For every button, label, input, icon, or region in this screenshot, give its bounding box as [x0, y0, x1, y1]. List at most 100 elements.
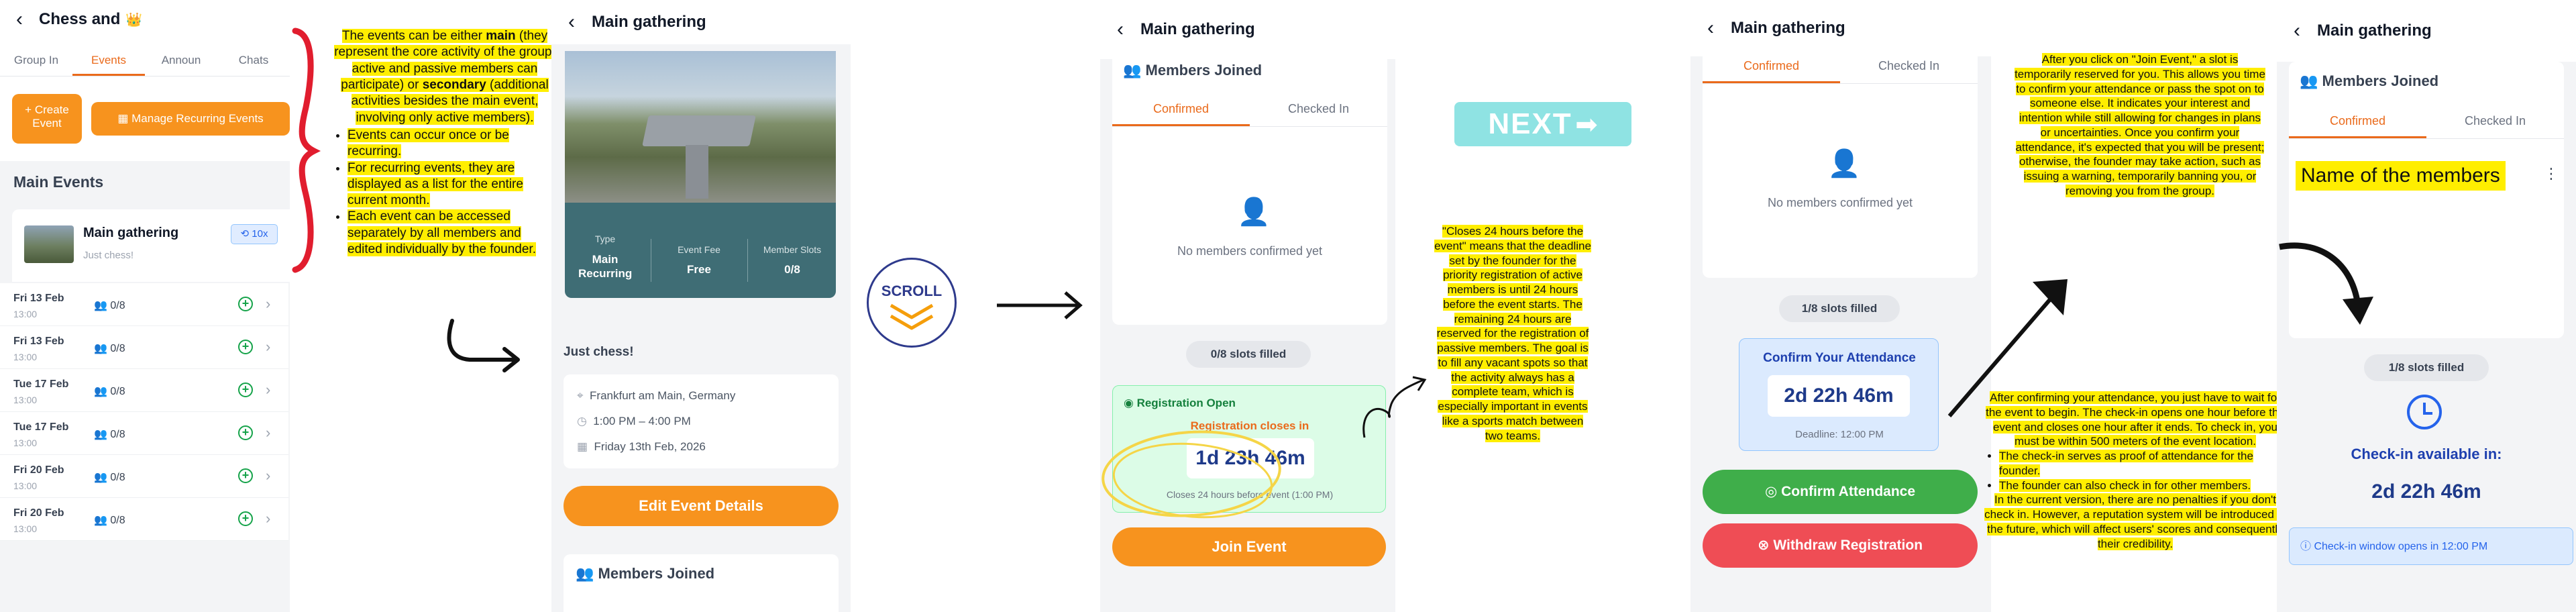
- member-name-row[interactable]: Name of the members: [2296, 161, 2506, 191]
- note4-bullet: The founder can also check in for other …: [1999, 478, 2286, 493]
- tab-checked-in[interactable]: Checked In: [1250, 94, 1387, 126]
- tutorial-canvas: ‹ Chess and 👑 Group In Events Announ Cha…: [0, 0, 2576, 612]
- tab-events[interactable]: Events: [72, 39, 145, 76]
- scroll-label: SCROLL: [881, 283, 943, 299]
- group-tabs: Group In Events Announ Chats: [0, 39, 290, 76]
- occurrence-row[interactable]: Tue 17 Feb 13:00 👥 0/8 + ›: [0, 369, 288, 412]
- tab-announcements[interactable]: Announ: [145, 39, 217, 76]
- note4-bullets: The check-in serves as proof of attendan…: [1999, 449, 2286, 493]
- check-circle-icon: ◉: [1124, 397, 1137, 409]
- more-options-icon[interactable]: ⋮: [2544, 165, 2559, 183]
- note1-text-a: The events can be either: [341, 29, 486, 43]
- back-arrow-icon[interactable]: ‹: [1690, 17, 1731, 40]
- tab-chats[interactable]: Chats: [217, 39, 290, 76]
- join-plus-icon[interactable]: +: [238, 468, 253, 483]
- occurrence-date: Fri 20 Feb: [13, 464, 64, 476]
- event-thumbnail: [24, 225, 74, 263]
- occurrence-row[interactable]: Fri 20 Feb 13:00 👥 0/8 + ›: [0, 498, 288, 541]
- group-icon: 👥: [1123, 62, 1146, 79]
- occurrence-date: Fri 13 Feb: [13, 336, 64, 347]
- confirm-attendance-button[interactable]: ◎ Confirm Attendance: [1703, 470, 1978, 514]
- back-arrow-icon[interactable]: ‹: [551, 11, 592, 34]
- info-icon: ⓘ: [2300, 541, 2314, 552]
- note4-bullet: The check-in serves as proof of attendan…: [1999, 449, 2286, 478]
- join-plus-icon[interactable]: +: [238, 297, 253, 311]
- scroll-chevrons-icon: [890, 303, 934, 330]
- occurrence-row[interactable]: Fri 13 Feb 13:00 👥 0/8 + ›: [0, 283, 288, 326]
- user-check-icon: 👤: [1827, 149, 1861, 178]
- withdraw-registration-button[interactable]: ⊗ Withdraw Registration: [1703, 523, 1978, 568]
- occurrence-row[interactable]: Tue 17 Feb 13:00 👥 0/8 + ›: [0, 412, 288, 455]
- x-circle-icon: ⊗: [1757, 538, 1774, 553]
- group-icon: 👥: [576, 565, 598, 582]
- join-plus-icon[interactable]: +: [238, 425, 253, 440]
- back-arrow-icon[interactable]: ‹: [1100, 18, 1140, 41]
- hook-arrow-icon: [447, 319, 520, 372]
- chevron-right-icon[interactable]: ›: [266, 381, 270, 399]
- highlight-scribble-icon: [1102, 430, 1281, 519]
- slots-filled-pill: 1/8 slots filled: [2364, 354, 2489, 381]
- chevron-right-icon[interactable]: ›: [266, 424, 270, 442]
- tab-confirmed[interactable]: Confirmed: [1112, 94, 1250, 126]
- plus-icon: +: [25, 103, 35, 116]
- event-photo: [565, 51, 836, 203]
- tab-confirmed[interactable]: Confirmed: [2289, 106, 2426, 138]
- members-joined-card: 👥 Members Joined Confirmed Checked In 👤 …: [1112, 52, 1387, 325]
- occurrence-members: 👥 0/8: [94, 515, 125, 526]
- occurrence-time: 13:00: [13, 480, 38, 491]
- event-title: Main gathering: [2317, 21, 2432, 40]
- people-icon: 👥: [94, 429, 111, 440]
- next-badge: NEXT ➡: [1454, 102, 1631, 146]
- manage-recurring-button[interactable]: ▦ Manage Recurring Events: [91, 102, 290, 136]
- people-icon: 👥: [94, 386, 111, 397]
- confirm-attendance-card: Confirm Your Attendance 2d 22h 46m Deadl…: [1739, 338, 1939, 451]
- chevron-right-icon[interactable]: ›: [266, 338, 270, 356]
- note1-secondary: secondary: [422, 77, 486, 92]
- create-event-button[interactable]: + Create Event: [12, 94, 82, 144]
- checkin-label: Check-in available in:: [2351, 446, 2502, 462]
- join-plus-icon[interactable]: +: [238, 382, 253, 397]
- note-slot-reservation: After you click on "Join Event," a slot …: [2015, 53, 2265, 197]
- occurrence-time: 13:00: [13, 309, 38, 319]
- people-icon: 👥: [94, 515, 111, 526]
- occurrence-row[interactable]: Fri 13 Feb 13:00 👥 0/8 + ›: [0, 326, 288, 369]
- members-tabs: Confirmed Checked In: [1703, 51, 1978, 84]
- tab-group-info[interactable]: Group In: [0, 39, 72, 76]
- note1-bullets: Events can occur once or be recurring. F…: [347, 128, 557, 258]
- empty-state-text: No members confirmed yet: [1767, 196, 1913, 209]
- slots-filled-pill: 0/8 slots filled: [1186, 341, 1311, 368]
- clock-icon: ◷: [577, 415, 590, 427]
- tab-confirmed[interactable]: Confirmed: [1703, 51, 1840, 83]
- check-circle-icon: ◎: [1764, 484, 1782, 499]
- fee-value: Free: [687, 263, 711, 276]
- chevron-right-icon[interactable]: ›: [266, 467, 270, 484]
- occurrence-members: 👥 0/8: [94, 429, 125, 440]
- note1-bullet: For recurring events, they are displayed…: [347, 160, 557, 209]
- checkin-window-note: ⓘ Check-in window opens in 12:00 PM: [2289, 527, 2573, 565]
- crown-emoji-icon: 👑: [125, 12, 143, 28]
- red-brace-icon: [292, 28, 321, 273]
- slots-label: Member Slots: [763, 244, 822, 255]
- edit-event-button[interactable]: Edit Event Details: [564, 486, 839, 526]
- type-value: Main Recurring: [578, 253, 633, 280]
- date-row: ▦ Friday 13th Feb, 2026: [577, 440, 706, 453]
- event-subtitle: Just chess!: [83, 250, 134, 261]
- occurrence-members: 👥 0/8: [94, 386, 125, 397]
- join-event-button[interactable]: Join Event: [1112, 527, 1386, 566]
- event-card[interactable]: Main gathering Just chess! ⟲ 10x: [12, 209, 290, 282]
- note1-bullet: Events can occur once or be recurring.: [347, 128, 557, 160]
- note1-bullet: Each event can be accessed separately by…: [347, 209, 557, 258]
- back-arrow-icon[interactable]: ‹: [0, 8, 39, 31]
- chevron-right-icon[interactable]: ›: [266, 295, 270, 313]
- back-arrow-icon[interactable]: ‹: [2277, 19, 2317, 42]
- panel-event-details: ‹ Main gathering Type Main Recurring Eve…: [551, 0, 851, 612]
- join-plus-icon[interactable]: +: [238, 511, 253, 526]
- tab-checked-in[interactable]: Checked In: [2426, 106, 2564, 138]
- people-icon: 👥: [94, 472, 111, 483]
- tab-checked-in[interactable]: Checked In: [1840, 51, 1978, 83]
- confirm-title: Confirm Your Attendance: [1763, 351, 1916, 365]
- join-plus-icon[interactable]: +: [238, 340, 253, 354]
- chevron-right-icon[interactable]: ›: [266, 510, 270, 527]
- badge-count: 10x: [252, 228, 268, 240]
- occurrence-row[interactable]: Fri 20 Feb 13:00 👥 0/8 + ›: [0, 455, 288, 498]
